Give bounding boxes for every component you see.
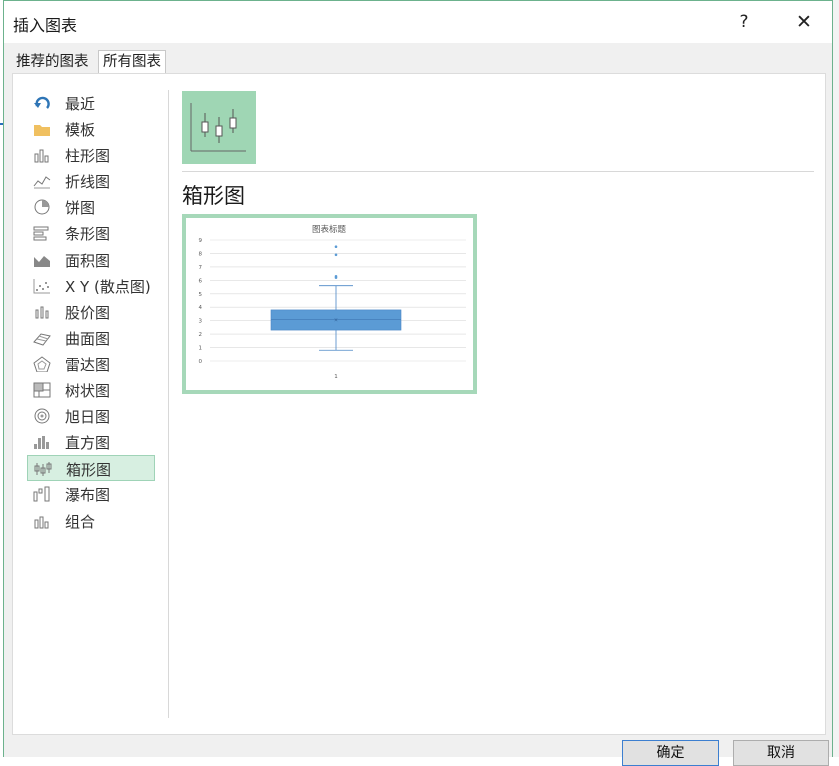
sidebar-item-label: 条形图	[65, 225, 111, 244]
sidebar-item-label: 模板	[65, 121, 96, 140]
sunburst-chart-icon	[33, 408, 51, 424]
sidebar-item-label: 雷达图	[65, 355, 111, 374]
box-whisker-chart: 图表标题 0 1 2 3 4 5 6 7 8 9 × 1	[199, 224, 466, 380]
sidebar-item-label: X Y (散点图)	[65, 277, 151, 296]
sidebar-item-label: 面积图	[65, 251, 111, 270]
sidebar-item-label: 曲面图	[65, 329, 111, 348]
treemap-chart-icon	[33, 382, 51, 398]
sidebar-item-label: 树状图	[65, 382, 111, 401]
sidebar-item-label: 直方图	[65, 434, 111, 453]
all-charts-panel: 最近模板柱形图折线图饼图条形图面积图 X Y (散点图) 股价图曲面图雷达图树状图旭…	[12, 73, 826, 735]
mean-marker: ×	[334, 317, 338, 323]
sidebar-item[interactable]: 饼图	[27, 194, 155, 220]
sidebar-item[interactable]: 折线图	[27, 168, 155, 194]
folder-icon	[33, 121, 51, 137]
y-tick-label: 9	[199, 238, 203, 244]
sidebar-item[interactable]: 瀑布图	[27, 481, 155, 507]
sidebar-item-label: 折线图	[65, 173, 111, 192]
waterfall-chart-icon	[33, 486, 51, 502]
sidebar-item[interactable]: 雷达图	[27, 351, 155, 377]
y-tick-label: 2	[199, 332, 203, 338]
stock-chart-icon	[33, 304, 51, 320]
sidebar-item-label: 股价图	[65, 303, 111, 322]
close-button[interactable]: ✕	[791, 9, 817, 35]
dialog-title: 插入图表	[13, 16, 78, 35]
chart-type-heading: 箱形图	[182, 184, 245, 208]
surface-chart-icon	[33, 330, 51, 346]
sidebar-divider	[168, 90, 169, 718]
recent-icon	[33, 95, 51, 111]
sidebar-item[interactable]: 股价图	[27, 299, 155, 325]
chart-title: 图表标题	[312, 224, 347, 235]
radar-chart-icon	[33, 356, 51, 373]
outlier-point	[334, 253, 338, 257]
cancel-button[interactable]: 取消	[733, 740, 829, 766]
box-whisker-subtype-icon	[190, 103, 246, 152]
content-divider	[182, 171, 814, 172]
sidebar-item[interactable]: 模板	[27, 116, 155, 142]
y-tick-label: 1	[199, 346, 203, 352]
sidebar-item[interactable]: 柱形图	[27, 142, 155, 168]
scatter-chart-icon	[33, 278, 51, 294]
sidebar-item-label: 组合	[65, 512, 96, 531]
y-tick-label: 7	[199, 265, 203, 271]
sidebar-item[interactable]: 曲面图	[27, 325, 155, 351]
outlier-point	[334, 275, 338, 278]
sidebar-item[interactable]: X Y (散点图)	[27, 273, 155, 299]
sidebar-item[interactable]: 面积图	[27, 247, 155, 273]
outlier-point	[334, 245, 338, 249]
bar-chart-icon	[33, 225, 51, 241]
chart-type-list: 最近模板柱形图折线图饼图条形图面积图 X Y (散点图) 股价图曲面图雷达图树状图旭…	[27, 90, 155, 534]
ok-button[interactable]: 确定	[622, 740, 719, 766]
tab-recommended-charts[interactable]: 推荐的图表	[12, 51, 93, 74]
sidebar-item-label: 柱形图	[65, 147, 111, 166]
combo-chart-icon	[33, 513, 51, 529]
chart-preview[interactable]: 图表标题 0 1 2 3 4 5 6 7 8 9 × 1	[182, 214, 477, 394]
y-tick-label: 0	[199, 359, 203, 365]
sidebar-item[interactable]: 最近	[27, 90, 155, 116]
sidebar-item[interactable]: 树状图	[27, 377, 155, 403]
sidebar-item-label: 旭日图	[65, 408, 111, 427]
column-chart-icon	[33, 147, 51, 163]
y-tick-label: 4	[199, 305, 203, 311]
box-whisker-chart-icon	[34, 461, 52, 477]
sidebar-item[interactable]: 旭日图	[27, 403, 155, 429]
y-tick-label: 5	[199, 292, 203, 298]
help-button[interactable]: ?	[731, 9, 757, 35]
x-category-label: 1	[334, 374, 338, 380]
insert-chart-dialog: 插入图表 ? ✕ 推荐的图表 所有图表 最近模板柱形图折线图饼图条形图面积图 X …	[3, 0, 833, 766]
box-whisker-subtype-thumbnail[interactable]	[182, 91, 256, 164]
histogram-chart-icon	[33, 434, 51, 450]
sidebar-item-label: 箱形图	[66, 461, 112, 480]
y-tick-label: 3	[199, 319, 203, 325]
area-chart-icon	[33, 252, 51, 268]
sidebar-item-label: 饼图	[65, 199, 96, 218]
line-chart-icon	[33, 173, 51, 189]
sidebar-item[interactable]: 直方图	[27, 429, 155, 455]
y-tick-label: 6	[199, 278, 203, 284]
sidebar-item-label: 瀑布图	[65, 486, 111, 505]
sidebar-item-label: 最近	[65, 95, 96, 113]
dialog-titlebar: 插入图表 ? ✕	[4, 1, 832, 43]
sidebar-item[interactable]: 条形图	[27, 220, 155, 246]
sidebar-item[interactable]: 箱形图	[27, 455, 155, 482]
pie-chart-icon	[33, 199, 51, 215]
tab-all-charts[interactable]: 所有图表	[98, 50, 166, 75]
sidebar-item[interactable]: 组合	[27, 508, 155, 534]
y-tick-label: 8	[199, 251, 203, 257]
